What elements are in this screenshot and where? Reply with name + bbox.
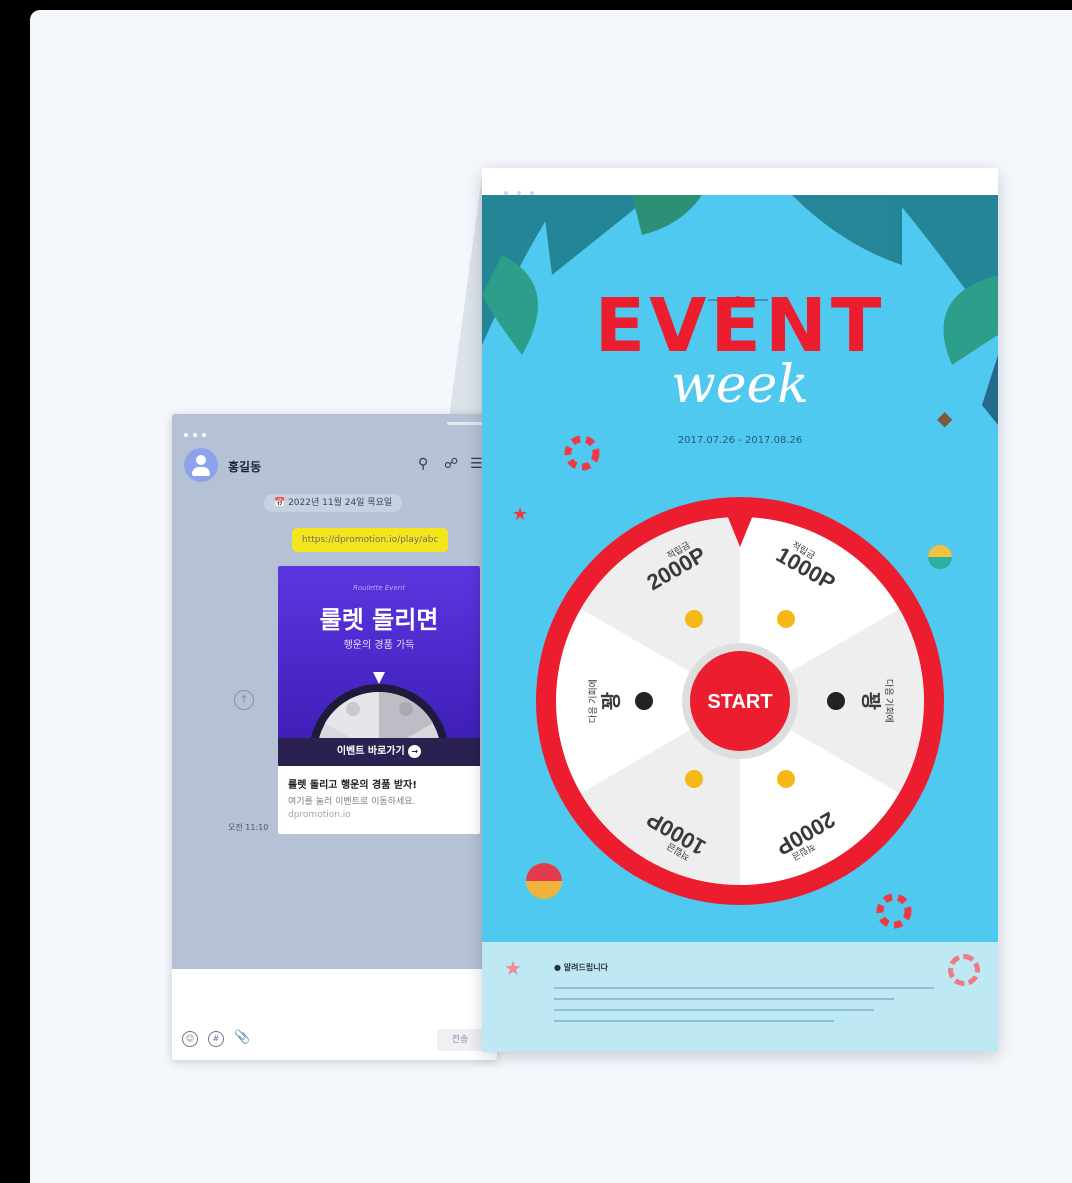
search-icon[interactable]: ⚲ [418,456,428,472]
menu-icon[interactable]: ☰ [470,456,483,472]
notice-section: ★ ● 알려드립니다 [482,942,998,1052]
bomb-icon [635,692,653,710]
event-cta-button[interactable]: 이벤트 바로가기 → [278,738,480,766]
messenger-window: 홍길동 ⚲ ☍ ☰ 📅 2022년 11월 24일 목요일 https://dp… [172,414,497,1060]
starfish-icon: ★ [512,504,528,525]
coin-icon [685,770,703,788]
avatar[interactable] [184,448,218,482]
card-subtitle: 행운의 경품 가득 [343,640,415,651]
lifebuoy-icon [948,954,980,986]
date-text: 2022년 11월 24일 목요일 [288,498,393,508]
mini-roulette [310,672,448,738]
segment-value: 꽝 [600,692,623,710]
bomb-icon [827,692,845,710]
card-description: 여기를 눌러 이벤트로 이동하세요. [288,797,416,807]
card-small-title: Roulette Event [353,584,405,592]
card-headline: 룰렛 돌리고 행운의 경품 받자! [288,780,417,791]
window-controls [184,422,211,441]
roulette-wheel[interactable]: START 2000P 적립금 1000P 적립금 꽝 다음 기회에 2000P… [534,495,946,907]
event-banner: ★ ◆ EVENT week 2017.07.26 - 2017.08.26 S… [482,195,998,942]
card-title: 룰렛 돌리면 [319,606,439,634]
attach-icon[interactable]: 📎 [234,1031,250,1045]
coin-icon [777,770,795,788]
event-subtitle: week [671,355,809,415]
event-page: ★ ◆ EVENT week 2017.07.26 - 2017.08.26 S… [482,168,998,1052]
arrow-icon: → [408,744,422,758]
emoji-icon[interactable]: ☺ [182,1031,198,1047]
link-bubble[interactable]: https://dpromotion.io/play/abc [292,528,449,552]
coin-icon [777,610,795,628]
composer[interactable]: ☺ # 📎 전송 [172,969,497,1060]
background-panel: 홍길동 ⚲ ☍ ☰ 📅 2022년 11월 24일 목요일 https://dp… [30,10,1072,1183]
promo-card-image: Roulette Event 룰렛 돌리면 행운의 경품 가득 [278,566,480,738]
notice-list [554,978,974,1031]
promo-card[interactable]: Roulette Event 룰렛 돌리면 행운의 경품 가득 이벤트 바로가기… [278,566,480,834]
notice-title-text: 알려드립니다 [563,963,608,972]
chat-user-name: 홍길동 [228,460,262,474]
start-button[interactable]: START [707,691,772,713]
segment-value: 꽝 [859,692,882,710]
message-time: 오전 11:10 [228,823,269,832]
coin-icon [685,610,703,628]
browser-topbar [482,168,998,195]
drag-handle[interactable] [447,422,483,425]
hashtag-icon[interactable]: # [208,1031,224,1047]
event-date: 2017.07.26 - 2017.08.26 [677,435,803,446]
segment-label: 다음 기회에 [884,679,894,723]
segment-label: 다음 기회에 [588,679,598,723]
send-button[interactable]: 전송 [437,1029,483,1051]
notice-title: ● 알려드립니다 [554,963,608,972]
bag-icon[interactable]: ☍ [444,456,458,472]
cta-label: 이벤트 바로가기 [336,746,405,757]
share-icon[interactable]: ↑ [234,690,254,710]
card-domain: dpromotion.io [288,810,351,820]
starfish-icon: ★ [504,956,522,980]
date-chip: 📅 2022년 11월 24일 목요일 [264,494,403,512]
